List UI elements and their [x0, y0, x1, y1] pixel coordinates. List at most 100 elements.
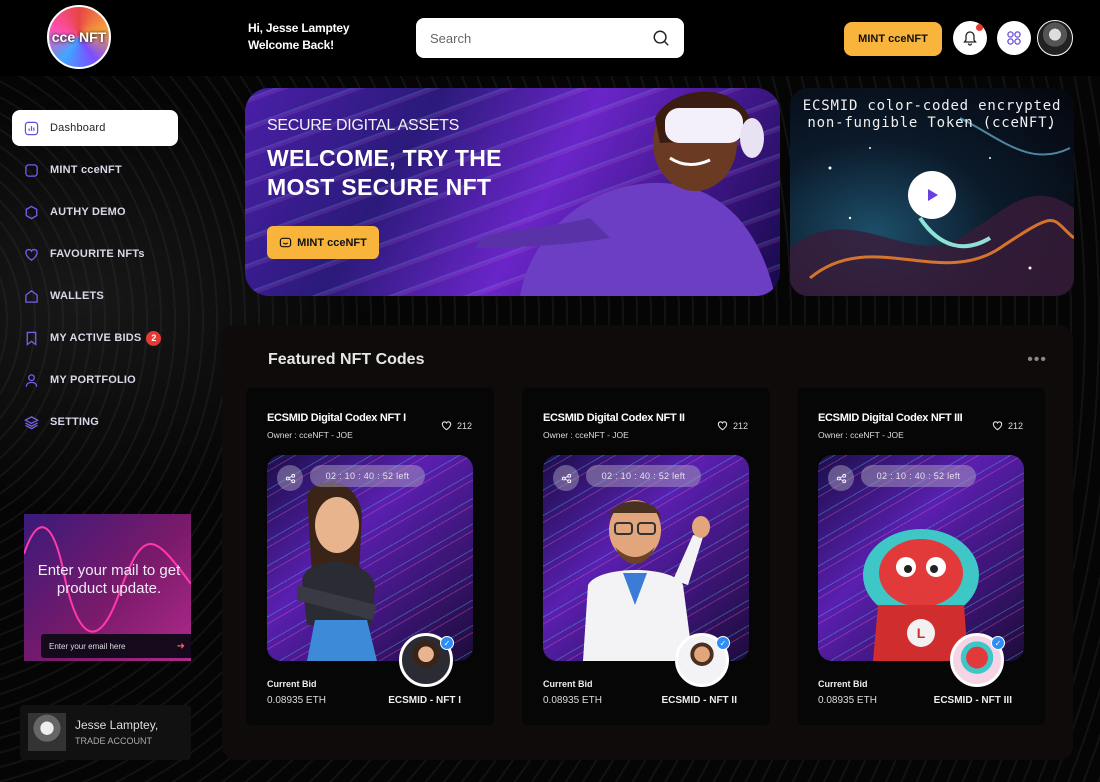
sidebar-item-authy-demo[interactable]: AUTHY DEMO	[12, 194, 178, 230]
search-input[interactable]	[430, 30, 652, 46]
nft-name: ECSMID - NFT III	[933, 695, 1012, 706]
logo-text: cce NFT	[51, 29, 107, 45]
mint-icon	[279, 237, 292, 248]
like-button[interactable]: 212	[441, 420, 472, 431]
verified-icon: ✓	[716, 636, 730, 650]
heart-icon	[992, 421, 1003, 431]
greeting: Hi, Jesse Lamptey Welcome Back!	[248, 20, 350, 54]
bid-value: 0.08935 ETH	[818, 695, 877, 706]
sidebar-item-setting[interactable]: SETTING	[12, 404, 178, 440]
like-button[interactable]: 212	[992, 420, 1023, 431]
hexagon-icon	[25, 205, 38, 219]
arrow-right-icon[interactable]: ➜	[177, 641, 185, 652]
sidebar-item-wallets[interactable]: WALLETS	[12, 278, 178, 314]
featured-panel: Featured NFT Codes ••• ECSMID Digital Co…	[222, 325, 1073, 760]
nft-image[interactable]: 02 : 10 : 40 : 52 left	[543, 455, 749, 661]
like-count: 212	[456, 420, 472, 431]
countdown-timer: 02 : 10 : 40 : 52 left	[861, 465, 976, 487]
profile-name: Jesse Lamptey,	[75, 718, 159, 732]
share-icon	[836, 473, 846, 483]
sidebar-item-portfolio[interactable]: MY PORTFOLIO	[12, 362, 178, 398]
like-button[interactable]: 212	[717, 420, 748, 431]
video-title: ECSMID color-coded encrypted non-fungibl…	[802, 98, 1062, 131]
share-button[interactable]	[553, 465, 579, 491]
sidebar-item-label: SETTING	[50, 416, 100, 428]
verified-icon: ✓	[440, 636, 454, 650]
bell-icon	[963, 31, 977, 46]
hero-mint-button[interactable]: MINT cceNFT	[267, 226, 379, 259]
nft-image[interactable]: 02 : 10 : 40 : 52 left	[267, 455, 473, 661]
hero-banner: SECURE DIGITAL ASSETS WELCOME, TRY THE M…	[245, 88, 780, 296]
svg-text:L: L	[917, 625, 926, 641]
bookmark-icon	[26, 331, 37, 346]
video-card[interactable]: ECSMID color-coded encrypted non-fungibl…	[790, 88, 1074, 296]
like-count: 212	[1007, 420, 1023, 431]
sidebar-item-label: MY ACTIVE BIDS	[50, 332, 142, 344]
nft-card[interactable]: ECSMID Digital Codex NFT II Owner : cceN…	[522, 388, 770, 725]
layers-icon	[24, 415, 39, 429]
countdown-timer: 02 : 10 : 40 : 52 left	[310, 465, 425, 487]
bid-label: Current Bid	[543, 679, 593, 689]
nft-card[interactable]: ECSMID Digital Codex NFT I Owner : cceNF…	[246, 388, 494, 725]
profile-role: TRADE ACCOUNT	[75, 736, 153, 746]
card-title: ECSMID Digital Codex NFT II	[543, 412, 685, 424]
apps-button[interactable]	[997, 21, 1031, 55]
logo[interactable]: cce NFT	[47, 5, 111, 69]
search-icon[interactable]	[652, 29, 670, 47]
sidebar-item-mint[interactable]: MINT cceNFT	[12, 152, 178, 188]
apps-icon	[1007, 31, 1021, 45]
like-count: 212	[732, 420, 748, 431]
more-options-icon[interactable]: •••	[1027, 351, 1047, 369]
promo-text: Enter your mail to get product update.	[37, 562, 181, 597]
nft-image[interactable]: L 02 : 10 : 40 : 52 left	[818, 455, 1024, 661]
sidebar-nav: Dashboard MINT cceNFT AUTHY DEMO FAVOURI…	[12, 110, 178, 446]
card-title: ECSMID Digital Codex NFT I	[267, 412, 406, 424]
share-icon	[285, 473, 295, 483]
hero-mint-label: MINT cceNFT	[297, 236, 367, 249]
heart-icon	[441, 421, 452, 431]
square-icon	[25, 163, 38, 177]
countdown-timer: 02 : 10 : 40 : 52 left	[586, 465, 701, 487]
notifications-button[interactable]	[953, 21, 987, 55]
dashboard-icon	[24, 121, 39, 135]
bid-value: 0.08935 ETH	[267, 695, 326, 706]
top-bar: cce NFT Hi, Jesse Lamptey Welcome Back! …	[0, 0, 1100, 76]
sidebar-item-label: MY PORTFOLIO	[50, 374, 136, 386]
play-icon	[928, 189, 938, 201]
greeting-name: Hi, Jesse Lamptey	[248, 21, 350, 35]
user-icon	[25, 373, 38, 387]
bid-label: Current Bid	[818, 679, 868, 689]
nft-card[interactable]: ECSMID Digital Codex NFT III Owner : cce…	[797, 388, 1045, 725]
email-field[interactable]: Enter your email here ➜	[41, 634, 191, 658]
heart-icon	[25, 248, 38, 261]
heart-icon	[717, 421, 728, 431]
hero-title: WELCOME, TRY THE MOST SECURE NFT	[267, 145, 502, 200]
sidebar-item-label: FAVOURITE NFTs	[50, 248, 145, 260]
card-title: ECSMID Digital Codex NFT III	[818, 412, 963, 424]
play-button[interactable]	[908, 171, 956, 219]
card-owner: Owner : cceNFT - JOE	[267, 430, 353, 440]
share-button[interactable]	[277, 465, 303, 491]
user-avatar[interactable]	[1037, 20, 1073, 56]
share-button[interactable]	[828, 465, 854, 491]
bids-count-badge: 2	[146, 330, 162, 346]
mint-button[interactable]: MINT cceNFT	[844, 22, 942, 56]
search-bar	[416, 18, 684, 58]
sidebar-item-favourites[interactable]: FAVOURITE NFTs	[12, 236, 178, 272]
sidebar-item-active-bids[interactable]: MY ACTIVE BIDS 2	[12, 320, 178, 356]
verified-icon: ✓	[991, 636, 1005, 650]
card-owner: Owner : cceNFT - JOE	[543, 430, 629, 440]
sidebar-item-label: Dashboard	[50, 122, 106, 134]
nft-name: ECSMID - NFT I	[388, 695, 461, 706]
notification-dot	[976, 24, 983, 31]
wallet-icon	[25, 289, 38, 303]
profile-card[interactable]: Jesse Lamptey, TRADE ACCOUNT	[20, 705, 191, 760]
share-icon	[561, 473, 571, 483]
section-title: Featured NFT Codes	[268, 351, 425, 368]
sidebar-item-label: MINT cceNFT	[50, 164, 122, 176]
sidebar-item-label: WALLETS	[50, 290, 104, 302]
avatar	[28, 713, 66, 751]
sidebar-item-label: AUTHY DEMO	[50, 206, 126, 218]
sidebar-item-dashboard[interactable]: Dashboard	[12, 110, 178, 146]
newsletter-promo: Enter your mail to get product update. E…	[24, 514, 191, 661]
